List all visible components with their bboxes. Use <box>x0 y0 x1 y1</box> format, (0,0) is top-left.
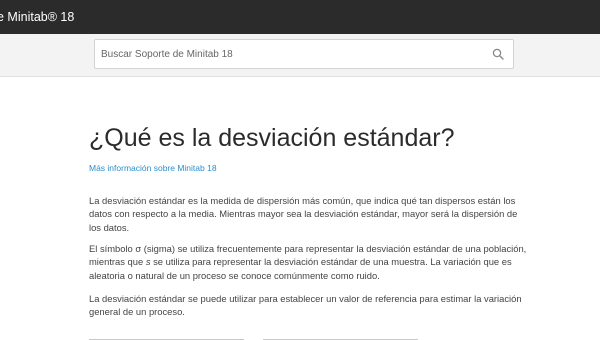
paragraph-sigma-text-2: se utiliza para representar la desviació… <box>89 256 512 281</box>
top-bar: e Minitab® 18 <box>0 0 600 34</box>
paragraph-reference: La desviación estándar se puede utilizar… <box>89 293 522 318</box>
app-brand-title[interactable]: e Minitab® 18 <box>0 10 74 24</box>
search-box[interactable] <box>94 39 514 69</box>
search-band <box>0 34 600 77</box>
paragraph-sigma: El símbolo σ (sigma) se utiliza frecuent… <box>89 242 529 282</box>
search-input[interactable] <box>101 40 481 68</box>
page-title: ¿Qué es la desviación estándar? <box>89 124 455 152</box>
paragraph-definition: La desviación estándar es la medida de d… <box>89 195 518 233</box>
search-icon[interactable] <box>492 48 504 60</box>
more-info-link[interactable]: Más información sobre Minitab 18 <box>89 163 217 173</box>
